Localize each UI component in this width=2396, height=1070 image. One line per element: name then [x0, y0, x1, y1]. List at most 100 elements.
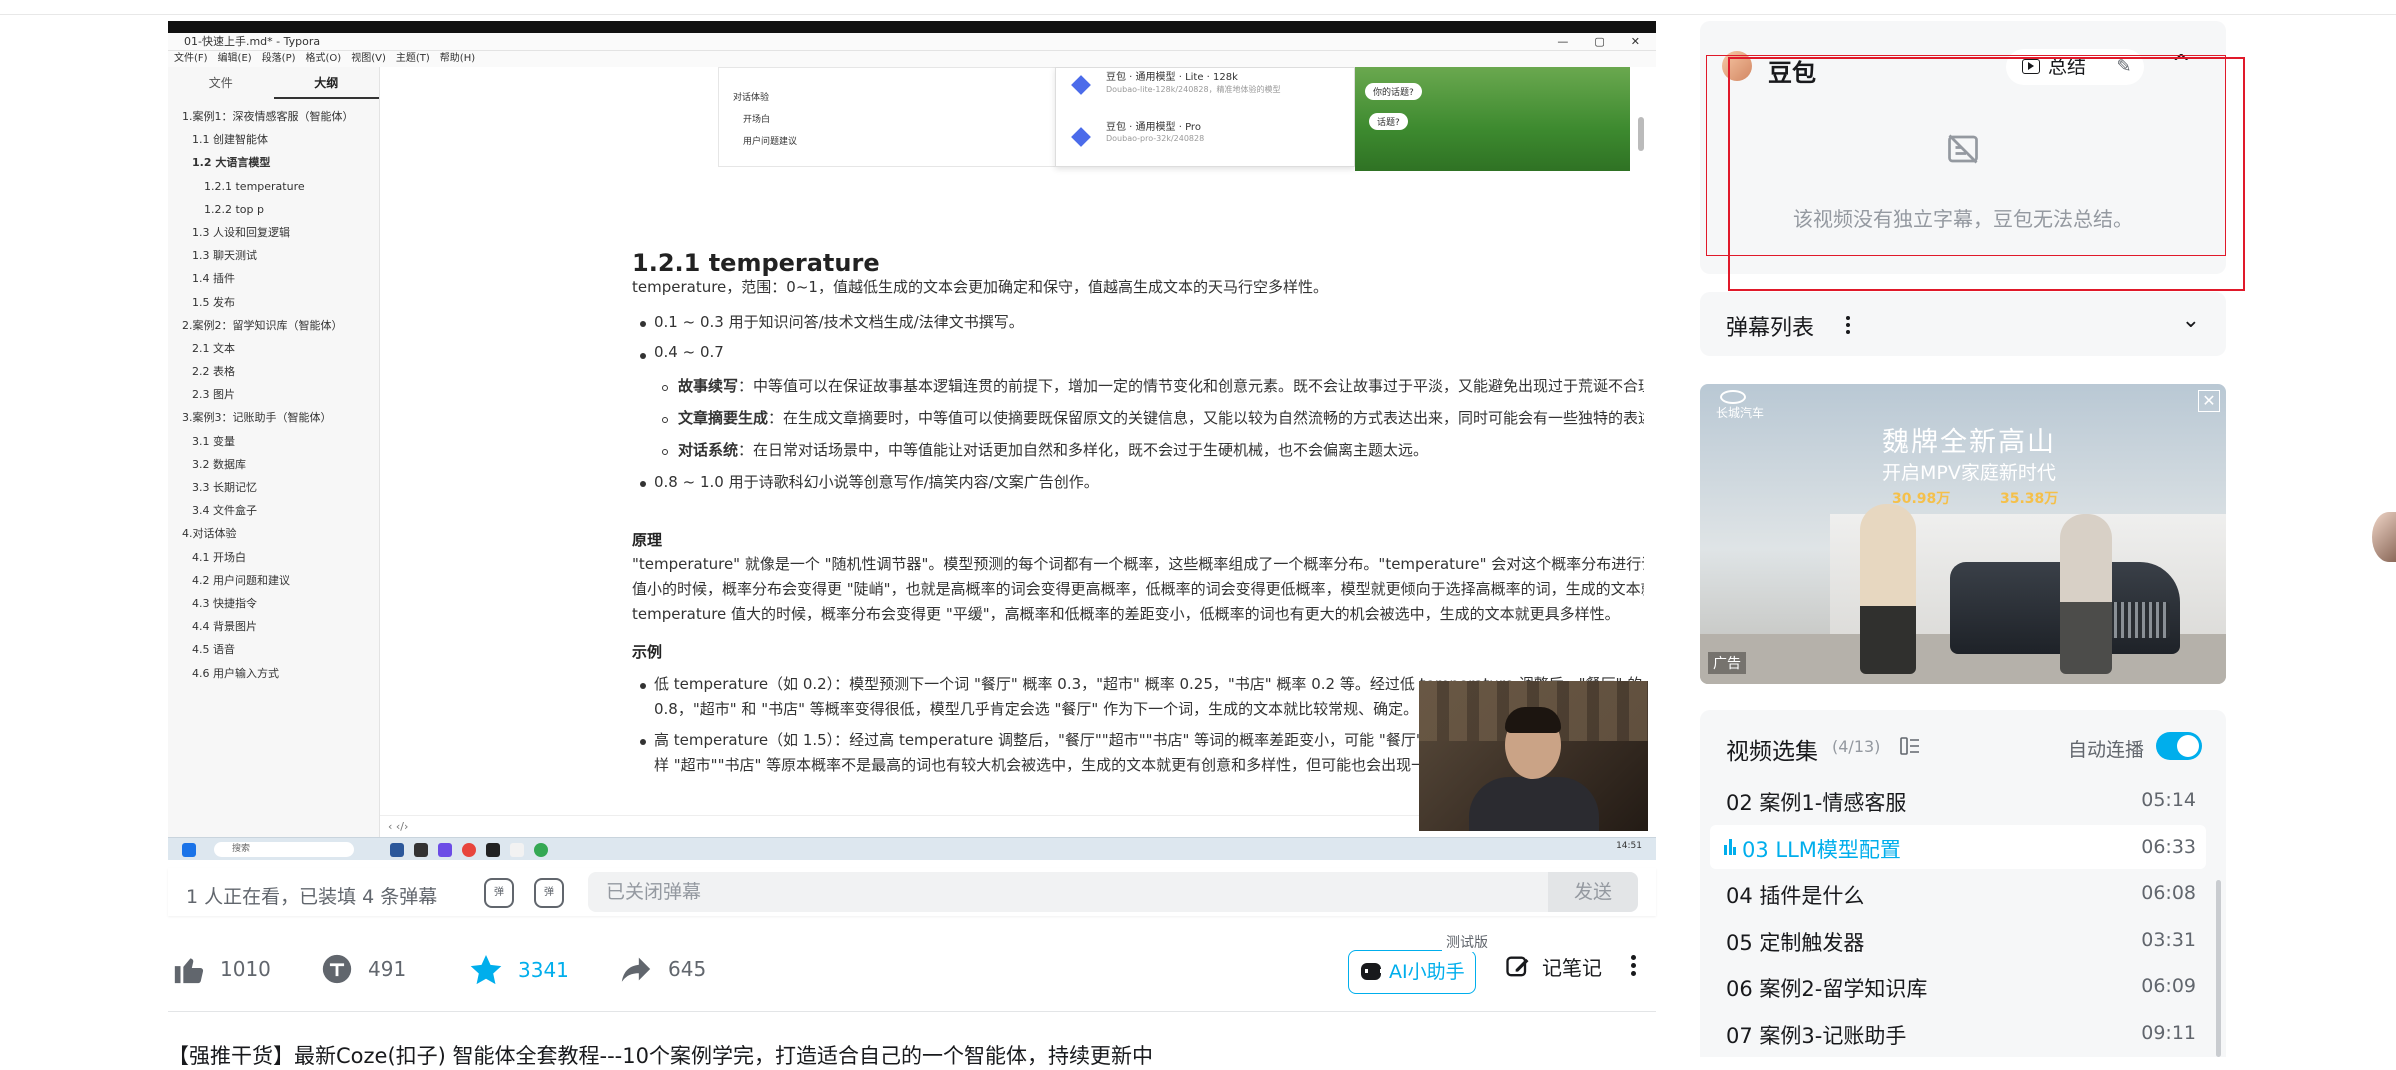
menu-edit: 编辑(E) — [217, 53, 252, 64]
danmaku-settings-icon[interactable]: 弹 — [534, 878, 564, 908]
taskbar-clock: 14:51 — [1616, 841, 1642, 851]
menu-file: 文件(F) — [174, 53, 208, 64]
playlist-item-title: 05 定制触发器 — [1726, 930, 1865, 955]
danmaku-list-more-icon[interactable] — [1846, 316, 1852, 337]
ad-close-icon[interactable]: ✕ — [2198, 390, 2220, 412]
share-count: 645 — [668, 957, 707, 981]
playlist-item-duration: 06:33 — [2141, 835, 2196, 858]
chevron-down-icon[interactable]: ⌄ — [2182, 308, 2200, 333]
playlist-item-duration: 06:08 — [2141, 882, 2196, 904]
doc-scrollbar[interactable] — [1638, 117, 1644, 151]
menu-help: 帮助(H) — [439, 53, 476, 64]
ad-subheadline: 开启MPV家庭新时代 — [1882, 462, 2056, 484]
danmaku-list-title: 弹幕列表 — [1726, 316, 1815, 341]
coin-button[interactable]: 491 — [320, 952, 406, 986]
list-view-icon[interactable] — [1900, 736, 1920, 756]
ad-label: 广告 — [1708, 652, 1746, 674]
take-note-button[interactable]: 记笔记 — [1504, 952, 1602, 981]
terminal-icon — [486, 843, 500, 857]
outline-item: 4.6 用户输入方式 — [192, 666, 279, 680]
playlist-item-title: 06 案例2-留学知识库 — [1726, 977, 1928, 1001]
share-button[interactable]: 645 — [618, 952, 706, 986]
chat-bubble: 话题? — [1369, 113, 1408, 130]
playlist-item-duration: 05:14 — [2141, 789, 2196, 811]
app-icon — [390, 843, 404, 857]
thumbs-up-icon — [174, 958, 204, 984]
playlist-item-duration: 09:11 — [2141, 1021, 2196, 1044]
outline-item: 4.2 用户问题和建议 — [192, 573, 290, 587]
playlist-item[interactable]: 07 案例3-记账助手 09:11 — [1710, 1011, 2206, 1055]
typora-outline-sidebar: 文件 大纲 1.案例1：深夜情感客服（智能体） 1.1 创建智能体 1.2 大语言模… — [168, 67, 380, 837]
bullet-item: 0.4 ~ 0.7 — [654, 343, 724, 361]
bullet-item: 0.8 ~ 1.0 用于诗歌科幻小说等创意写作/搞笑内容/文案广告创作。 — [654, 473, 1099, 491]
example-heading: 示例 — [632, 643, 663, 661]
outline-item: 1.3 人设和回复逻辑 — [192, 225, 290, 239]
playlist-item[interactable]: 05 定制触发器 03:31 — [1710, 918, 2206, 962]
playlist-item-duration: 06:09 — [2141, 975, 2196, 997]
playlist-item[interactable]: 04 插件是什么 06:08 — [1710, 871, 2206, 915]
menu-format: 格式(O) — [305, 53, 342, 64]
outline-item: 3.4 文件盒子 — [192, 504, 257, 518]
advertisement-banner[interactable]: 长城汽车 魏牌全新高山 开启MPV家庭新时代 30.98万 35.38万 ✕ 广… — [1700, 384, 2226, 684]
playlist-item[interactable]: 06 案例2-留学知识库 06:09 — [1710, 964, 2206, 1008]
chat-bubble: 你的话题? — [1365, 83, 1422, 100]
share-arrow-icon — [621, 957, 651, 982]
outline-item: 4.对话体验 — [182, 527, 237, 541]
ad-model-person — [1860, 504, 1916, 674]
outline-item: 4.5 语音 — [192, 643, 235, 657]
presenter-hair — [1505, 707, 1561, 733]
bullet-item: 0.1 ~ 0.3 用于知识问答/技术文档生成/法律文书撰写。 — [654, 313, 1024, 331]
playlist-progress: (4/13) — [1832, 737, 1881, 756]
danmaku-list-panel[interactable]: 弹幕列表 ⌄ — [1700, 292, 2226, 356]
floating-assistant-avatar[interactable] — [2372, 512, 2396, 562]
taskbar-search: 搜索 — [214, 842, 354, 857]
model-desc: Doubao-lite-128k/240828，精准地体验的模型 — [1106, 85, 1281, 94]
more-options-icon[interactable] — [1628, 952, 1638, 982]
danmaku-send-button[interactable]: 发送 — [1548, 872, 1638, 912]
sub-bullet-item: 故事续写：中等值可以在保证故事基本逻辑连贯的前提下，增加一定的情节变化和创意元素… — [678, 377, 1644, 395]
like-button[interactable]: 1010 — [172, 952, 271, 986]
playlist-item-title: 02 案例1-情感客服 — [1726, 791, 1907, 815]
presenter-body — [1469, 777, 1599, 831]
beta-badge: 测试版 — [1442, 932, 1492, 952]
annotation-box — [1728, 57, 2245, 291]
outline-item: 1.1 创建智能体 — [192, 133, 268, 147]
sub-bullet-item: 文章摘要生成：在生成文章摘要时，中等值可以使摘要既保留原文的关键信息，又能以较为… — [678, 409, 1644, 427]
playlist-item[interactable]: 02 案例1-情感客服 05:14 — [1710, 778, 2206, 822]
playlist-scrollbar[interactable] — [2216, 880, 2221, 1057]
autoplay-toggle[interactable] — [2156, 732, 2202, 760]
section-heading: 1.2.1 temperature — [632, 249, 880, 277]
menu-view: 视图(V) — [351, 53, 386, 64]
ad-model-person — [2060, 514, 2112, 674]
autoplay-label: 自动连播 — [2068, 739, 2145, 761]
outline-item: 1.4 插件 — [192, 272, 235, 286]
outline-tabs: 文件 大纲 — [168, 67, 379, 99]
viewer-count: 1 人正在看，已装填 4 条弹幕 — [186, 886, 438, 908]
minimize-icon: — — [1557, 35, 1569, 48]
menu-theme: 主题(T) — [395, 53, 430, 64]
model-icon — [1071, 127, 1091, 147]
outline-item: 3.1 变量 — [192, 434, 235, 448]
danmaku-input[interactable]: 已关闭弹幕 — [588, 872, 1548, 912]
bullet-dot — [640, 481, 646, 487]
tab-outline: 大纲 — [273, 67, 379, 99]
sub-bullet-dot — [662, 385, 668, 391]
outline-item: 4.1 开场白 — [192, 550, 246, 564]
ai-assistant-label: AI小助手 — [1389, 961, 1465, 983]
video-player[interactable]: 01-快速上手.md* - Typora — ▢ ✕ 文件(F) 编辑(E) 段… — [168, 21, 1656, 860]
video-action-bar: 1010 491 3341 645 AI小助手 测试版 记笔记 — [168, 932, 1656, 1000]
ai-assistant-button[interactable]: AI小助手 — [1348, 950, 1476, 994]
danmaku-toggle-icon[interactable]: 弹 — [484, 878, 514, 908]
panel-item-suggestions: 用户问题建议 — [743, 137, 798, 147]
model-name: 豆包 · 通用模型 · Lite · 128k — [1106, 72, 1238, 83]
principle-heading: 原理 — [632, 531, 663, 549]
maximize-icon: ▢ — [1594, 35, 1605, 48]
typora-menu-bar: 文件(F) 编辑(E) 段落(P) 格式(O) 视图(V) 主题(T) 帮助(H… — [168, 51, 1656, 67]
player-top-edge — [168, 21, 1656, 33]
outline-item: 1.2.2 top p — [204, 202, 264, 216]
playlist-item[interactable]: 03 LLM模型配置 06:33 — [1710, 824, 2206, 869]
outline-item: 4.4 背景图片 — [192, 620, 257, 634]
windows-taskbar: 搜索 14:51 — [168, 837, 1656, 860]
favorite-button[interactable]: 3341 — [468, 952, 569, 988]
playlist-item-duration: 03:31 — [2141, 928, 2196, 951]
